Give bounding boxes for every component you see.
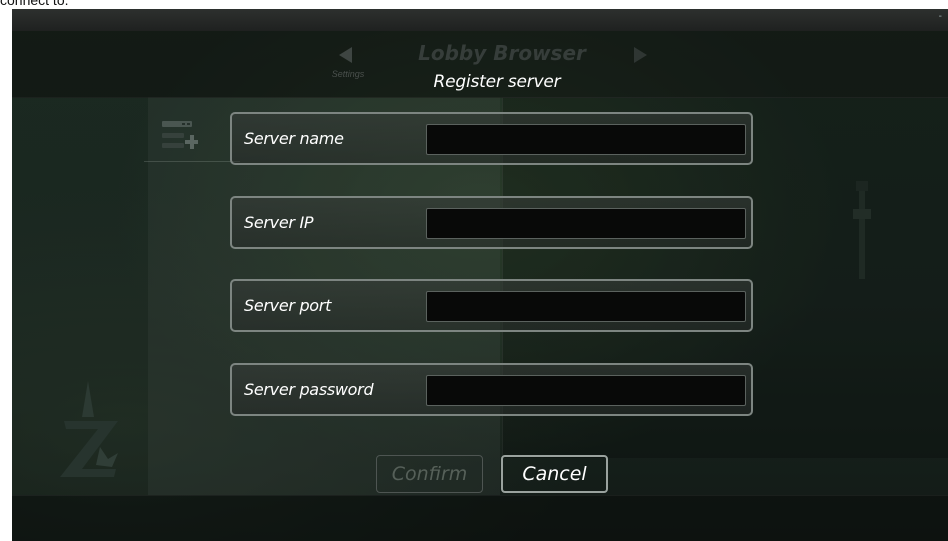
server-password-label: Server password [244,380,374,399]
confirm-button[interactable]: Confirm [376,455,483,493]
server-port-row: Server port [230,279,753,332]
server-port-input[interactable] [426,291,746,322]
window-minimize-mark[interactable]: - [939,11,942,22]
prev-page-arrow-icon[interactable] [339,47,352,63]
server-ip-input[interactable] [426,208,746,239]
dialog-title: Register server [433,72,561,92]
server-name-input[interactable] [426,124,746,155]
window-title-strip: - [12,9,948,31]
background-tower [853,181,871,279]
footer-band [12,495,948,541]
next-page-arrow-icon[interactable] [634,47,647,63]
cancel-button[interactable]: Cancel [501,455,608,493]
server-add-icon [162,121,198,149]
server-password-row: Server password [230,363,753,416]
server-password-input[interactable] [426,375,746,406]
server-ip-row: Server IP [230,196,753,249]
server-name-row: Server name [230,112,753,165]
background-divider [144,161,240,162]
page-title: Lobby Browser [418,41,586,65]
server-port-label: Server port [244,296,332,315]
game-window: - Settings Lobby Browser Register server… [12,9,948,541]
server-ip-label: Server IP [244,213,314,232]
prev-page-label[interactable]: Settings [318,69,378,79]
page-caption: connect to. [0,0,69,8]
zelda-emblem-icon [60,381,118,477]
server-name-label: Server name [244,129,344,148]
